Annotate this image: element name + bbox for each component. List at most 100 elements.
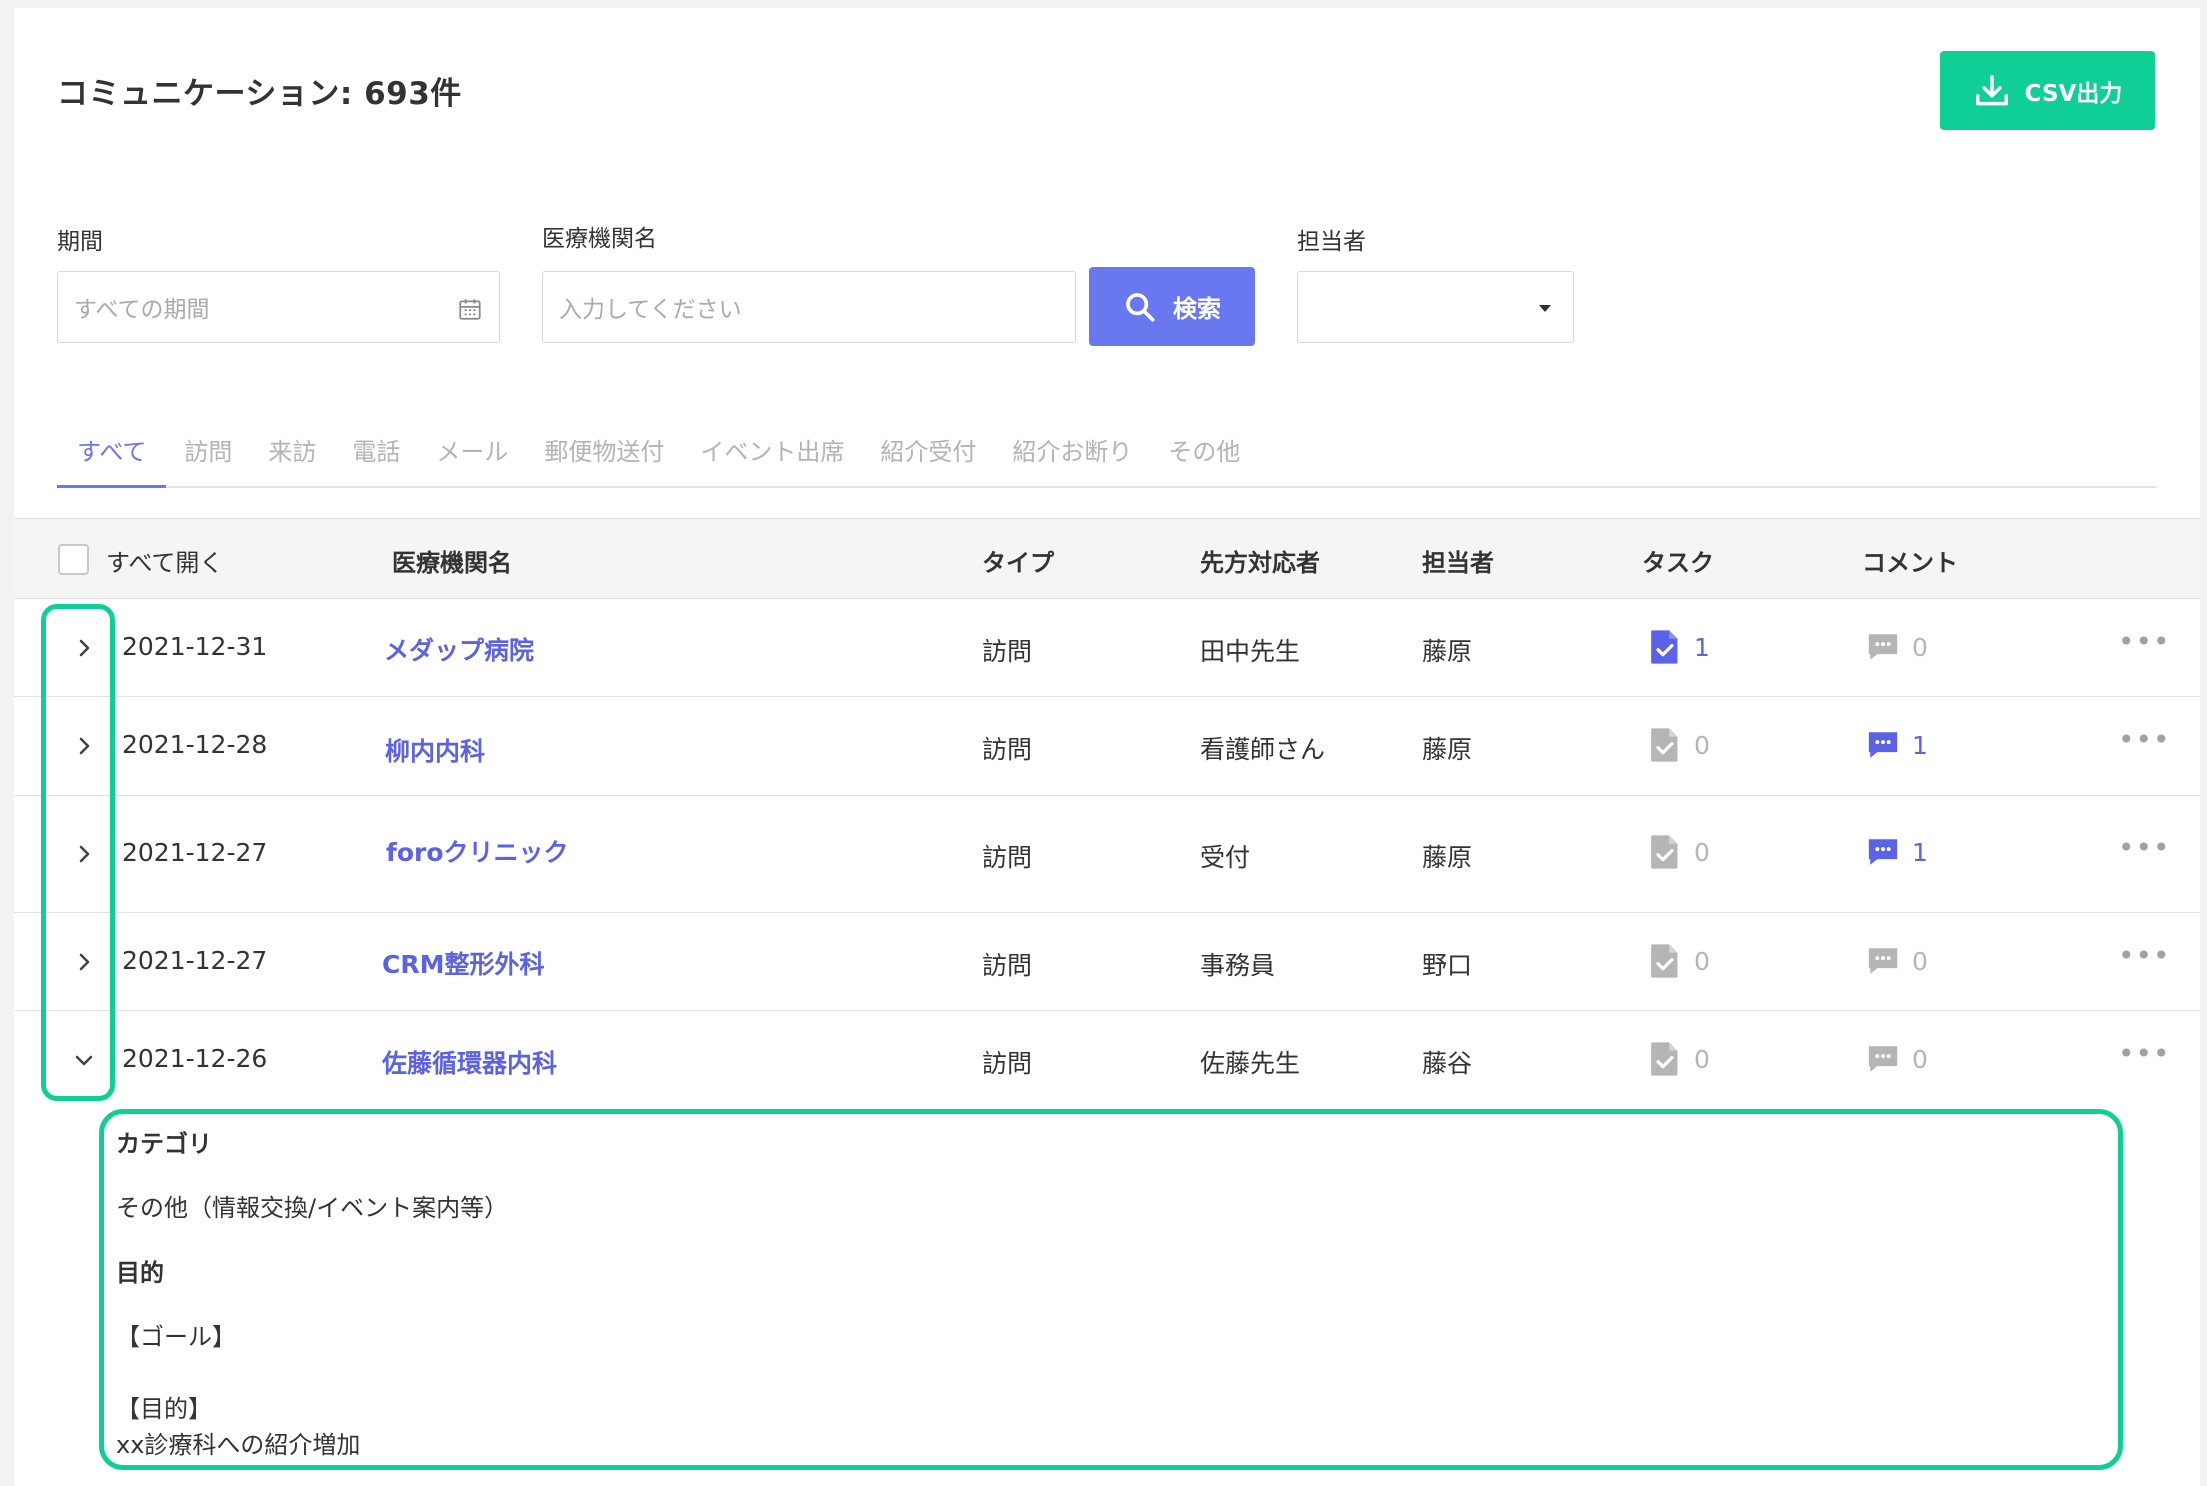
task-count: 0 [1694, 730, 1710, 760]
comment-bubble-icon [1868, 732, 1898, 758]
row-facility-link[interactable]: 佐藤循環器内科 [382, 1044, 557, 1080]
row-facility-link[interactable]: foroクリニック [386, 833, 569, 869]
period-label: 期間 [57, 229, 103, 255]
row-comment[interactable]: 0 [1866, 943, 1928, 979]
row-staff: 藤原 [1422, 735, 1473, 764]
table-row[interactable]: 2021-12-27 foroクリニック 訪問 受付 藤原 0 1 ••• [14, 796, 2200, 913]
row-date: 2021-12-28 [122, 730, 268, 759]
staff-filter-label: 担当者 [1297, 229, 1366, 255]
tab-email[interactable]: メール [418, 430, 526, 488]
table-row[interactable]: 2021-12-31 メダップ病院 訪問 田中先生 藤原 1 0 ••• [14, 599, 2200, 697]
column-header-type: タイプ [982, 549, 1054, 577]
download-icon [1975, 74, 2008, 105]
task-document-icon [1651, 630, 1678, 664]
row-type: 訪問 [982, 1049, 1033, 1078]
chevron-column-highlight [41, 604, 115, 1101]
row-date: 2021-12-27 [122, 946, 268, 975]
row-date: 2021-12-27 [122, 838, 268, 867]
task-document-icon [1651, 944, 1678, 978]
row-task[interactable]: 0 [1648, 727, 1710, 763]
task-count: 0 [1694, 946, 1710, 976]
row-task[interactable]: 0 [1648, 943, 1710, 979]
caret-down-icon [1539, 305, 1551, 312]
row-comment[interactable]: 1 [1866, 727, 1928, 763]
detail-panel-highlight [99, 1109, 2123, 1470]
row-facility-link[interactable]: CRM整形外科 [382, 945, 544, 981]
csv-export-button[interactable]: CSV出力 [1940, 51, 2155, 130]
search-button[interactable]: 検索 [1089, 267, 1255, 346]
task-document-icon [1651, 1042, 1678, 1076]
row-comment[interactable]: 0 [1866, 629, 1928, 665]
row-comment[interactable]: 0 [1866, 1041, 1928, 1077]
comment-count: 0 [1912, 946, 1928, 976]
row-type: 訪問 [982, 843, 1033, 872]
task-count: 1 [1694, 632, 1710, 662]
more-horizontal-icon[interactable]: ••• [2118, 625, 2171, 658]
calendar-icon [459, 299, 481, 320]
row-task[interactable]: 0 [1648, 834, 1710, 870]
row-type: 訪問 [982, 735, 1033, 764]
facility-search-input[interactable]: 入力してください [542, 271, 1076, 343]
tab-referral-declined[interactable]: 紹介お断り [994, 430, 1150, 488]
column-header-contact: 先方対応者 [1200, 549, 1320, 577]
comment-count: 0 [1912, 1044, 1928, 1074]
row-staff: 野口 [1422, 951, 1473, 980]
row-contact: 看護師さん [1200, 735, 1326, 764]
row-contact: 田中先生 [1200, 637, 1301, 666]
comment-bubble-icon [1868, 948, 1898, 974]
tab-phone[interactable]: 電話 [334, 430, 418, 488]
expand-all-label[interactable]: すべて開く [106, 543, 223, 578]
row-contact: 受付 [1200, 843, 1251, 872]
row-comment[interactable]: 1 [1866, 834, 1928, 870]
period-placeholder: すべての期間 [74, 297, 210, 323]
staff-select[interactable] [1297, 271, 1574, 343]
facility-filter-label: 医療機関名 [542, 226, 657, 252]
column-header-staff: 担当者 [1422, 549, 1494, 577]
facility-search-placeholder: 入力してください [559, 297, 742, 323]
row-contact: 佐藤先生 [1200, 1049, 1301, 1078]
row-date: 2021-12-31 [122, 632, 268, 661]
table-row-expanded[interactable]: 2021-12-26 佐藤循環器内科 訪問 佐藤先生 藤谷 0 0 ••• [14, 1011, 2200, 1105]
task-count: 0 [1694, 837, 1710, 867]
table-row[interactable]: 2021-12-27 CRM整形外科 訪問 事務員 野口 0 0 ••• [14, 913, 2200, 1011]
search-button-label: 検索 [1173, 295, 1221, 323]
table-row[interactable]: 2021-12-28 柳内内科 訪問 看護師さん 藤原 0 1 ••• [14, 697, 2200, 796]
comment-bubble-icon [1868, 839, 1898, 865]
type-tabs: すべて 訪問 来訪 電話 メール 郵便物送付 イベント出席 紹介受付 紹介お断り… [57, 430, 2156, 488]
tab-mail-sent[interactable]: 郵便物送付 [526, 430, 682, 488]
comment-bubble-icon [1868, 634, 1898, 660]
tab-visit[interactable]: 訪問 [166, 430, 250, 488]
comment-count: 1 [1912, 730, 1928, 760]
tab-event-attendance[interactable]: イベント出席 [682, 430, 862, 488]
more-horizontal-icon[interactable]: ••• [2118, 831, 2171, 864]
row-task[interactable]: 1 [1648, 629, 1710, 665]
period-field[interactable]: すべての期間 [57, 271, 500, 343]
row-task[interactable]: 0 [1648, 1041, 1710, 1077]
row-type: 訪問 [982, 951, 1033, 980]
column-header-task: タスク [1642, 549, 1714, 577]
tab-all[interactable]: すべて [57, 430, 167, 488]
more-horizontal-icon[interactable]: ••• [2118, 1037, 2171, 1070]
row-staff: 藤原 [1422, 637, 1473, 666]
more-horizontal-icon[interactable]: ••• [2118, 939, 2171, 972]
more-horizontal-icon[interactable]: ••• [2118, 723, 2171, 756]
page-title: コミュニケーション: 693件 [57, 76, 462, 112]
column-header-comment: コメント [1862, 549, 1958, 577]
task-document-icon [1651, 835, 1678, 869]
tab-referral-received[interactable]: 紹介受付 [862, 430, 994, 488]
row-staff: 藤谷 [1422, 1049, 1473, 1078]
csv-export-label: CSV出力 [2024, 80, 2123, 107]
search-icon [1126, 292, 1155, 322]
row-date: 2021-12-26 [122, 1044, 268, 1073]
expand-all-checkbox[interactable] [58, 544, 89, 575]
row-contact: 事務員 [1200, 951, 1276, 980]
tab-other[interactable]: その他 [1150, 430, 1258, 488]
tab-incoming-visit[interactable]: 来訪 [250, 430, 334, 488]
column-header-facility: 医療機関名 [392, 549, 512, 577]
row-facility-link[interactable]: メダップ病院 [384, 631, 534, 667]
table-header: すべて開く 医療機関名 タイプ 先方対応者 担当者 タスク コメント [14, 518, 2200, 599]
comment-bubble-icon [1868, 1046, 1898, 1072]
task-document-icon [1651, 728, 1678, 762]
row-facility-link[interactable]: 柳内内科 [385, 732, 485, 768]
row-staff: 藤原 [1422, 843, 1473, 872]
